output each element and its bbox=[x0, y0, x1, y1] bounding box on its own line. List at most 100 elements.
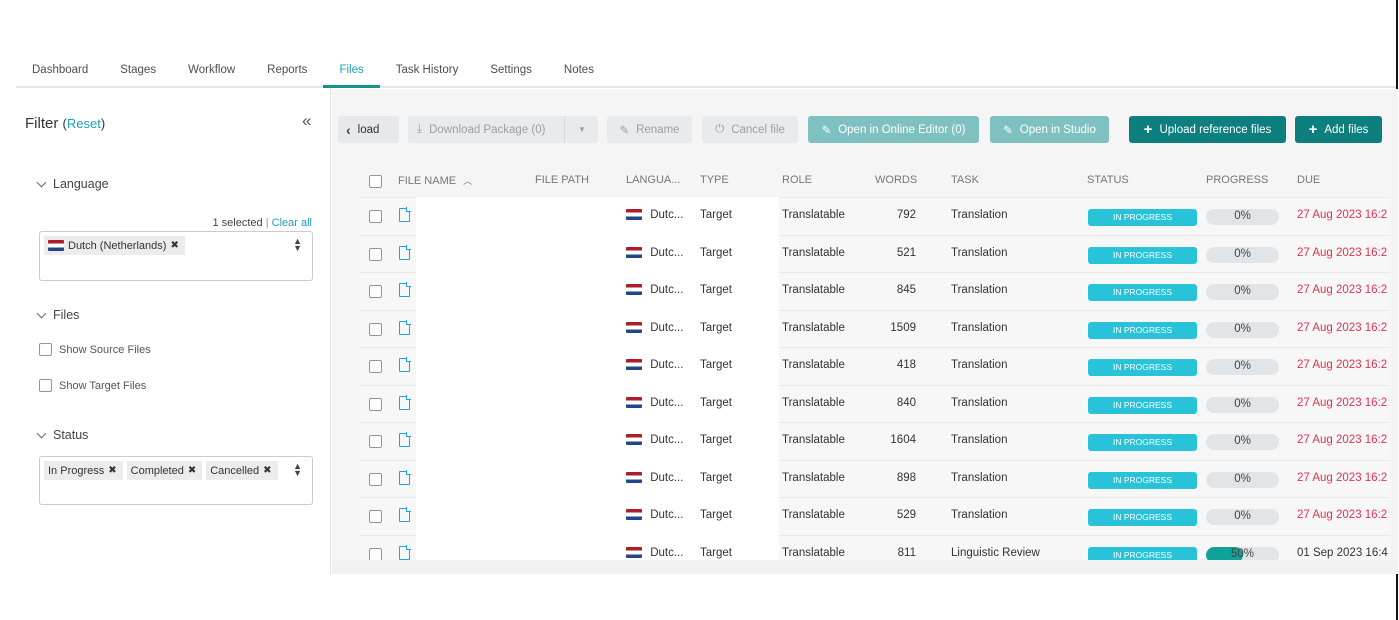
column-file-path[interactable]: FILE PATH bbox=[535, 174, 589, 186]
file-icon[interactable] bbox=[399, 244, 411, 260]
clear-all-link[interactable]: Clear all bbox=[272, 217, 312, 229]
row-checkbox[interactable] bbox=[369, 510, 382, 523]
remove-chip-icon[interactable]: ✖ bbox=[170, 240, 178, 251]
sort-updown-icon[interactable]: ▲ ▼ bbox=[293, 237, 302, 253]
tab-settings[interactable]: Settings bbox=[474, 59, 548, 86]
type-cell: Target bbox=[700, 284, 732, 296]
table-row[interactable]: Dutc... Target Translatable 1604 Transla… bbox=[360, 422, 1390, 460]
rename-label: Rename bbox=[636, 123, 680, 136]
upload-label: load bbox=[357, 123, 380, 136]
row-checkbox[interactable] bbox=[369, 247, 382, 261]
table-row[interactable]: Dutc... Target Translatable 529 Translat… bbox=[360, 497, 1390, 535]
select-all-checkbox[interactable] bbox=[369, 175, 382, 188]
cancel-file-button[interactable]: ⏻ Cancel file bbox=[702, 116, 798, 143]
file-icon[interactable] bbox=[399, 282, 411, 297]
double-chevron-left-icon[interactable]: « bbox=[302, 111, 311, 131]
open-online-editor-button[interactable]: ✎ Open in Online Editor (0) bbox=[808, 116, 979, 143]
row-checkbox[interactable] bbox=[369, 547, 382, 560]
language-text: Dutc... bbox=[650, 546, 684, 559]
sort-updown-icon[interactable]: ▲ ▼ bbox=[293, 462, 302, 478]
column-language[interactable]: LANGUA... bbox=[626, 174, 680, 186]
table-row[interactable]: Dutc... Target Translatable 898 Translat… bbox=[360, 459, 1390, 498]
tab-notes[interactable]: Notes bbox=[548, 59, 610, 86]
role-cell: Translatable bbox=[782, 209, 845, 221]
language-cell: Dutc... bbox=[626, 472, 683, 484]
row-checkbox[interactable] bbox=[369, 322, 382, 336]
row-checkbox[interactable] bbox=[369, 435, 382, 448]
checkbox[interactable] bbox=[39, 343, 52, 356]
file-icon[interactable] bbox=[399, 469, 411, 485]
language-multiselect[interactable]: Dutch (Netherlands) ✖ ▲ ▼ bbox=[39, 231, 313, 281]
language-text: Dutc... bbox=[650, 321, 684, 334]
tab-workflow[interactable]: Workflow bbox=[172, 59, 251, 86]
file-icon[interactable] bbox=[399, 207, 411, 222]
due-date: 27 Aug 2023 16:2 bbox=[1297, 509, 1388, 521]
remove-chip-icon[interactable]: ✖ bbox=[263, 465, 271, 476]
column-role[interactable]: ROLE bbox=[782, 174, 812, 186]
table-row[interactable]: Dutc... Target Translatable 521 Translat… bbox=[360, 234, 1390, 273]
column-type[interactable]: TYPE bbox=[700, 174, 729, 186]
remove-chip-icon[interactable]: ✖ bbox=[108, 465, 116, 476]
files-section-toggle[interactable]: Files bbox=[36, 308, 79, 322]
table-row[interactable]: Dutc... Target Translatable 1509 Transla… bbox=[360, 309, 1390, 348]
filter-title: Filter (Reset) bbox=[25, 115, 105, 132]
remove-chip-icon[interactable]: ✖ bbox=[188, 465, 196, 476]
language-section-toggle[interactable]: Language bbox=[36, 177, 109, 191]
column-task[interactable]: TASK bbox=[951, 174, 979, 186]
due-date: 27 Aug 2023 16:2 bbox=[1297, 396, 1388, 409]
progress-bar: 0% bbox=[1206, 246, 1279, 263]
table-row[interactable]: Dutc... Target Translatable 792 Translat… bbox=[360, 197, 1390, 235]
table-row[interactable]: Dutc... Target Translatable 418 Translat… bbox=[360, 347, 1390, 385]
role-cell: Translatable bbox=[782, 396, 845, 409]
due-date: 01 Sep 2023 16:4 bbox=[1297, 546, 1388, 559]
language-text: Dutc... bbox=[650, 434, 684, 446]
upload-button[interactable]: ‹ load bbox=[338, 116, 399, 143]
column-status[interactable]: STATUS bbox=[1087, 174, 1129, 186]
column-file-name[interactable]: FILE NAME ︿ bbox=[398, 174, 472, 187]
words-cell: 1509 bbox=[890, 321, 916, 334]
rename-button[interactable]: ✎ Rename bbox=[607, 116, 692, 143]
tab-reports[interactable]: Reports bbox=[251, 59, 323, 86]
tab-dashboard[interactable]: Dashboard bbox=[16, 59, 104, 86]
tab-task-history[interactable]: Task History bbox=[380, 59, 475, 86]
status-multiselect[interactable]: In Progress ✖ Completed ✖ Cancelled ✖ ▲ ▼ bbox=[39, 456, 313, 505]
status-section-toggle[interactable]: Status bbox=[36, 428, 88, 442]
row-checkbox[interactable] bbox=[369, 210, 382, 223]
table-row[interactable]: Dutc... Target Translatable 811 Linguist… bbox=[360, 534, 1390, 560]
progress-label: 0% bbox=[1234, 472, 1251, 485]
open-in-studio-button[interactable]: ✎ Open in Studio bbox=[990, 116, 1109, 143]
row-checkbox[interactable] bbox=[369, 397, 382, 411]
table-row[interactable]: Dutc... Target Translatable 845 Translat… bbox=[360, 272, 1390, 310]
status-badge: IN PROGRESS bbox=[1088, 246, 1197, 264]
file-icon[interactable] bbox=[399, 319, 411, 335]
add-files-button[interactable]: + Add files bbox=[1295, 116, 1382, 143]
upload-reference-files-button[interactable]: + Upload reference files bbox=[1129, 116, 1286, 143]
netherlands-flag-icon bbox=[48, 240, 64, 251]
show-target-files-checkbox[interactable]: Show Target Files bbox=[39, 379, 146, 392]
table-row[interactable]: Dutc... Target Translatable 840 Translat… bbox=[360, 384, 1390, 423]
file-icon[interactable] bbox=[399, 544, 411, 560]
tab-stages[interactable]: Stages bbox=[104, 59, 172, 86]
show-source-files-checkbox[interactable]: Show Source Files bbox=[39, 343, 151, 356]
file-icon[interactable] bbox=[399, 394, 411, 410]
file-icon[interactable] bbox=[399, 432, 411, 447]
row-checkbox[interactable] bbox=[369, 472, 382, 486]
checkbox[interactable] bbox=[39, 379, 52, 392]
scroll-left-icon[interactable]: ‹ bbox=[346, 122, 351, 138]
row-checkbox[interactable] bbox=[369, 360, 382, 373]
file-icon[interactable] bbox=[399, 357, 411, 372]
language-text: Dutc... bbox=[650, 359, 684, 371]
column-progress[interactable]: PROGRESS bbox=[1206, 174, 1268, 186]
column-words[interactable]: WORDS bbox=[875, 174, 917, 186]
progress-label: 0% bbox=[1234, 322, 1251, 335]
column-due[interactable]: DUE bbox=[1297, 174, 1320, 186]
tab-files[interactable]: Files bbox=[323, 59, 381, 88]
horizontal-scrollbar[interactable] bbox=[332, 560, 1398, 574]
progress-label: 0% bbox=[1234, 435, 1251, 447]
row-checkbox[interactable] bbox=[369, 285, 382, 298]
chip-label: In Progress bbox=[48, 464, 105, 477]
download-dropdown-caret-icon[interactable]: ▼ bbox=[566, 116, 598, 143]
language-text: Dutc... bbox=[650, 209, 684, 221]
reset-filter-link[interactable]: Reset bbox=[67, 116, 101, 131]
file-icon[interactable] bbox=[399, 507, 411, 522]
